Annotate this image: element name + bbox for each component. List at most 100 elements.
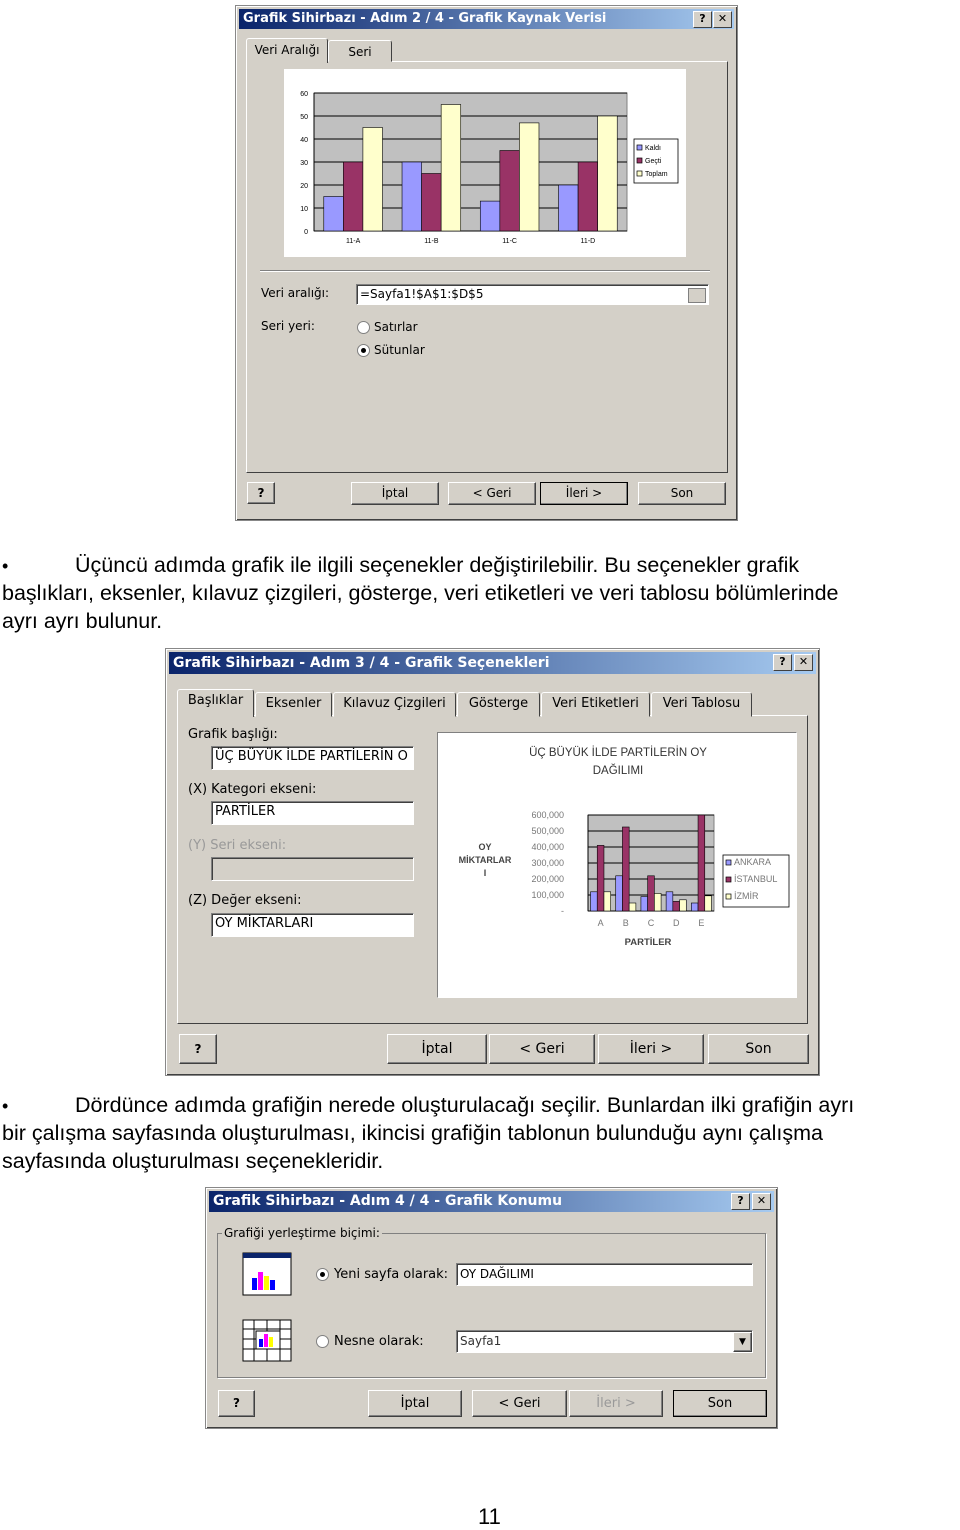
legend-label: Kaldı (645, 145, 661, 152)
new-sheet-name-input[interactable]: OY DAĞILIMI (456, 1263, 753, 1286)
chart-title: ÜÇ BÜYÜK İLDE PARTİLERİN OY (529, 746, 707, 759)
finish-button[interactable]: Son (708, 1034, 809, 1064)
dropdown-arrow-icon[interactable]: ▼ (733, 1332, 752, 1352)
title-bar: Grafik Sihirbazı - Adım 3 / 4 - Grafik S… (169, 652, 816, 674)
y-tick-label: 0 (304, 229, 308, 236)
bar-İZMİR-E (704, 895, 712, 912)
bullet: • (2, 556, 9, 576)
y-tick-label: - (561, 906, 564, 916)
y-tick-label: 500,000 (531, 826, 564, 836)
bar-İZMİR-A (603, 891, 611, 912)
object-sheet-select[interactable]: Sayfa1 (456, 1330, 753, 1353)
chart-wizard-step2-dialog: Grafik Sihirbazı - Adım 2 / 4 - Grafik K… (235, 5, 738, 521)
tab-data-range[interactable]: Veri Aralığı (246, 38, 328, 63)
tab-legend[interactable]: Gösterge (457, 692, 540, 717)
x-tick-label: E (698, 918, 704, 928)
y-tick-label: 10 (300, 206, 308, 213)
dialog-title: Grafik Sihirbazı - Adım 2 / 4 - Grafik K… (243, 11, 607, 26)
next-button[interactable]: İleri > (540, 482, 628, 505)
cancel-button[interactable]: İptal (387, 1034, 487, 1064)
paragraph-1-line3: ayrı ayrı bulunur. (2, 609, 163, 633)
y-tick-label: 200,000 (531, 874, 564, 884)
bullet: • (2, 1096, 9, 1116)
finish-button[interactable]: Son (673, 1390, 767, 1417)
legend-swatch (636, 157, 643, 164)
y-tick-label: 40 (300, 137, 308, 144)
radio-columns[interactable] (357, 344, 370, 357)
bar-Toplam-11-A (362, 127, 383, 232)
tab-gridlines[interactable]: Kılavuz Çizgileri (333, 692, 456, 717)
new-sheet-label: Yeni sayfa olarak: (334, 1267, 449, 1282)
bar-İSTANBUL-D (672, 901, 680, 912)
cancel-button[interactable]: İptal (351, 482, 439, 505)
help-icon[interactable]: ? (773, 654, 792, 671)
back-button[interactable]: < Geri (472, 1390, 567, 1417)
radio-new-sheet[interactable] (316, 1268, 329, 1281)
close-icon[interactable]: ✕ (713, 11, 732, 28)
back-button[interactable]: < Geri (448, 482, 536, 505)
series-in-label: Seri yeri: (261, 319, 315, 333)
bar-Toplam-11-C (519, 122, 540, 232)
chart-title-input[interactable]: ÜÇ BÜYÜK İLDE PARTİLERİN O (211, 746, 414, 770)
legend-swatch (636, 144, 643, 151)
dialog-title: Grafik Sihirbazı - Adım 4 / 4 - Grafik K… (213, 1193, 563, 1209)
group-label: Grafiği yerleştirme biçimi: (222, 1226, 382, 1240)
bar-Toplam-11-D (597, 115, 618, 232)
x-tick-label: 11-A (346, 238, 361, 245)
tab-titles[interactable]: Başlıklar (177, 689, 254, 717)
collapse-dialog-icon[interactable] (688, 288, 706, 303)
help-button[interactable]: ? (179, 1034, 217, 1064)
bar-İSTANBUL-C (647, 875, 655, 912)
bar-İZMİR-C (654, 893, 662, 912)
radio-as-object[interactable] (316, 1335, 329, 1348)
bar-ANKARA-D (665, 891, 674, 912)
back-button[interactable]: < Geri (489, 1034, 595, 1064)
category-axis-input[interactable]: PARTİLER (211, 801, 414, 825)
bar-Kaldı-11-B (401, 161, 422, 232)
radio-columns-label: Sütunlar (374, 343, 425, 357)
legend-swatch (636, 170, 643, 177)
bar-İSTANBUL-E (697, 814, 706, 912)
legend-label: İZMİR (734, 891, 759, 901)
bar-Toplam-11-B (440, 104, 462, 232)
data-range-input[interactable]: =Sayfa1!$A$1:$D$5 (356, 284, 709, 305)
y-tick-label: 50 (300, 114, 308, 121)
placement-group (217, 1233, 766, 1378)
x-tick-label: A (598, 918, 604, 928)
x-tick-label: C (648, 918, 655, 928)
tab-data-table[interactable]: Veri Tablosu (651, 692, 752, 717)
legend-label: İSTANBUL (734, 874, 777, 884)
y-tick-label: 400,000 (531, 842, 564, 852)
chart-title-label: Grafik başlığı: (188, 727, 278, 742)
value-axis-input[interactable]: OY MİKTARLARI (211, 913, 414, 937)
close-icon[interactable]: ✕ (752, 1193, 771, 1210)
help-icon[interactable]: ? (731, 1193, 750, 1210)
help-icon[interactable]: ? (693, 11, 712, 28)
cancel-button[interactable]: İptal (368, 1390, 462, 1417)
help-button[interactable]: ? (247, 482, 275, 504)
paragraph-2-line1: Dördünce adımda grafiğin nerede oluşturu… (75, 1093, 855, 1117)
bar-Kaldı-11-A (323, 196, 344, 232)
next-button[interactable]: İleri > (598, 1034, 704, 1064)
value-axis-label: (Z) Değer ekseni: (188, 893, 302, 908)
tab-axes[interactable]: Eksenler (255, 692, 332, 717)
title-bar: Grafik Sihirbazı - Adım 4 / 4 - Grafik K… (209, 1191, 774, 1212)
radio-rows[interactable] (357, 321, 370, 334)
legend-label: ANKARA (734, 857, 771, 867)
tab-data-labels[interactable]: Veri Etiketleri (541, 692, 650, 717)
as-object-label: Nesne olarak: (334, 1334, 424, 1349)
bar-İZMİR-D (679, 899, 687, 912)
y-axis-title: MİKTARLAR (459, 855, 512, 865)
bar-Geçti-11-D (577, 161, 598, 232)
y-axis-title: OY (478, 842, 491, 852)
paragraph-2-line2: bir çalışma sayfasında oluşturulması, ik… (2, 1121, 824, 1145)
legend-label: Toplam (645, 171, 668, 178)
close-icon[interactable]: ✕ (794, 654, 813, 671)
chart-wizard-step3-dialog: Grafik Sihirbazı - Adım 3 / 4 - Grafik S… (165, 648, 820, 1076)
paragraph-1-line1: Üçüncü adımda grafik ile ilgili seçenekl… (75, 553, 800, 577)
finish-button[interactable]: Son (638, 482, 726, 505)
help-button[interactable]: ? (218, 1390, 255, 1417)
chart-wizard-step4-dialog: Grafik Sihirbazı - Adım 4 / 4 - Grafik K… (205, 1187, 778, 1429)
x-tick-label: B (623, 918, 629, 928)
tab-series[interactable]: Seri (328, 40, 392, 62)
